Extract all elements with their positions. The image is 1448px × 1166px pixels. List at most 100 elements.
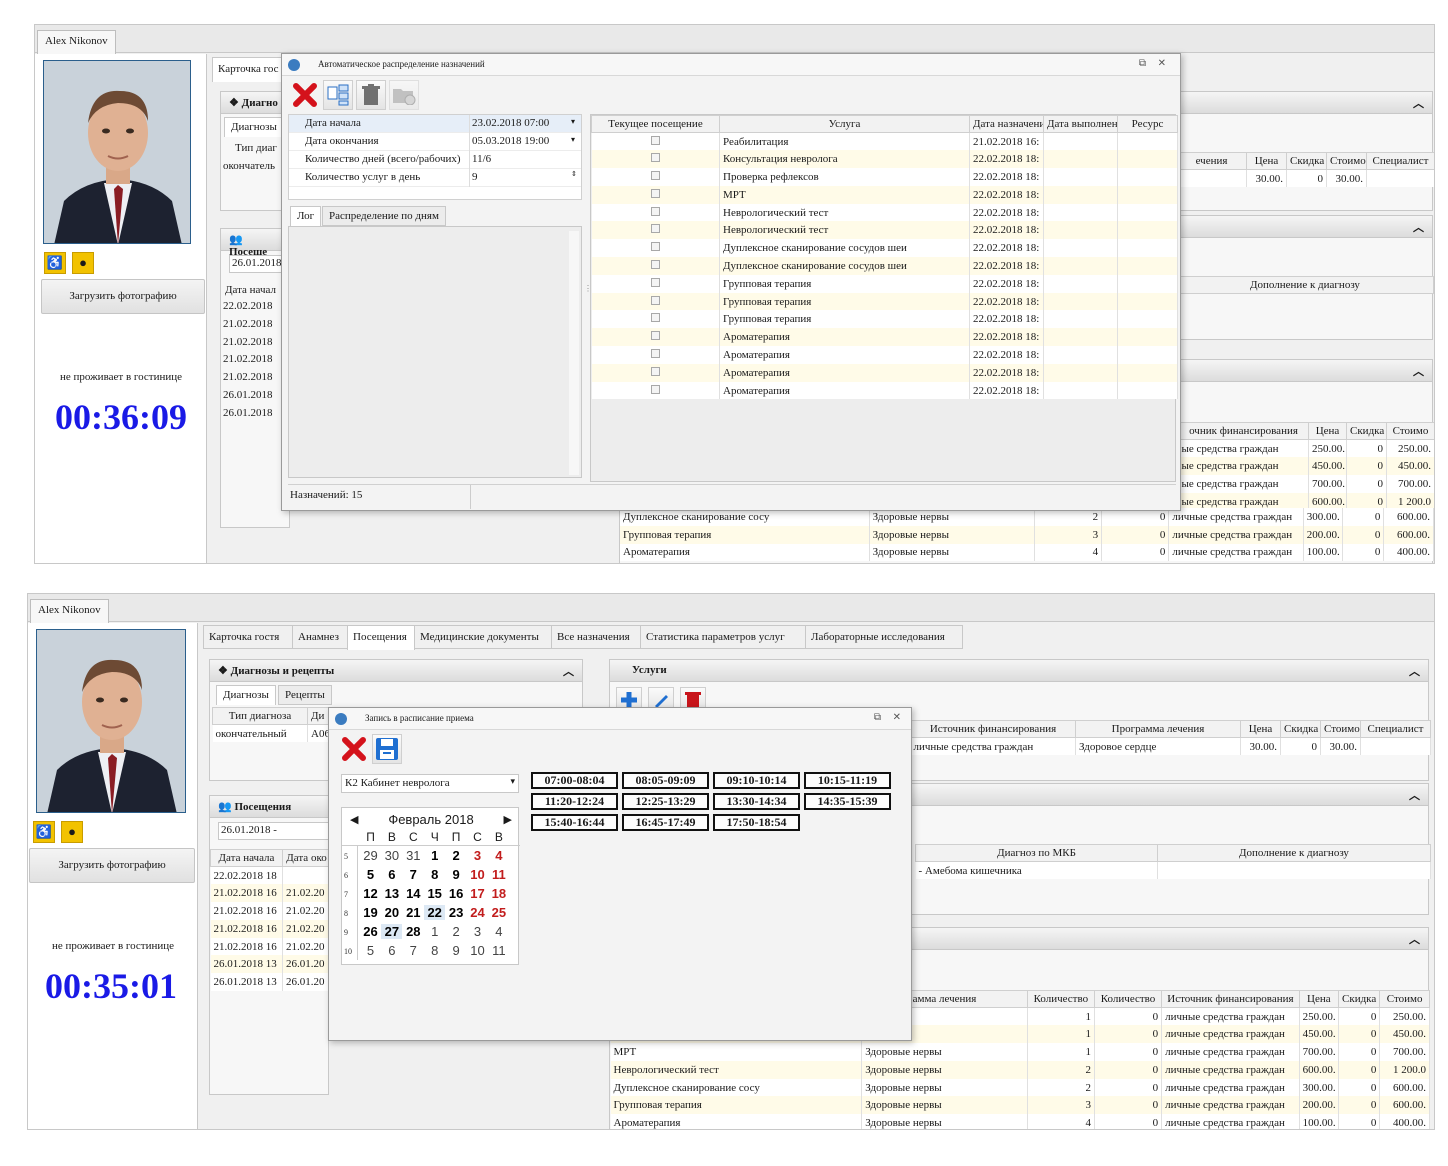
current-visit-cell[interactable] [591,150,720,169]
collapse-icon[interactable]: ︿ [1413,95,1424,111]
auto-col[interactable]: Дата назначения [969,115,1044,133]
top-load-photo-button[interactable]: Загрузить фотографию [41,279,205,314]
distribute-button[interactable] [323,80,353,110]
top-tab-guest-card[interactable]: Карточка гос [212,57,292,82]
dropdown-icon[interactable]: ▾ [571,135,575,144]
log-scrollbar[interactable] [569,231,579,475]
calendar-day[interactable]: 3 [467,924,488,939]
calendar-day[interactable]: 11 [488,943,509,958]
calendar-day[interactable]: 22 [424,905,446,920]
auto-col[interactable]: Услуга [719,115,970,133]
checkbox[interactable] [650,170,660,180]
calendar-day[interactable]: 17 [467,886,488,901]
table-row[interactable]: Групповая терапия 22.02.2018 18: [591,310,1178,329]
table-row[interactable]: 21.02.2018 16 21.02.20 [210,937,331,956]
property-value[interactable]: 11/6 [472,153,491,165]
calendar-day[interactable]: 29 [360,848,381,863]
table-row[interactable]: Ароматерапия 22.02.2018 18: [591,328,1178,347]
time-slot-button[interactable]: 13:30-14:34 [713,793,800,810]
bottom-tab-prescriptions[interactable]: Рецепты [278,685,332,705]
collapse-icon[interactable]: ︿ [1413,219,1424,235]
table-row[interactable]: ые средства граждан 450.00. 0 450.00. [1178,457,1434,476]
table-row[interactable]: Ароматерапия 22.02.2018 18: [591,381,1178,400]
calendar-day[interactable]: 16 [446,886,467,901]
calendar-day[interactable]: 30 [381,848,402,863]
table-row[interactable]: Групповая терапия 22.02.2018 18: [591,274,1178,293]
visit-row[interactable]: 26.01.2018 [223,389,289,407]
time-slot-button[interactable]: 07:00-08:04 [531,772,618,789]
bottom-visit-date-field[interactable]: 26.01.2018 - [218,822,330,840]
chevron-down-icon[interactable]: ▾ [510,776,515,787]
table-row[interactable]: 21.02.2018 16 21.02.20 [210,919,331,938]
main-tab[interactable]: Лабораторные исследования [805,625,963,649]
top-user-tab[interactable]: Alex Nikonov [37,30,116,54]
calendar-day[interactable]: 7 [403,867,424,882]
table-row[interactable]: ые средства граждан 250.00. 0 250.00. [1178,439,1434,458]
save-button[interactable] [372,734,402,764]
cabinet-select[interactable]: К2 Кабинет невролога ▾ [341,774,519,793]
calendar-day[interactable]: 26 [360,924,381,939]
checkbox[interactable] [650,295,660,305]
time-slot-button[interactable]: 09:10-10:14 [713,772,800,789]
table-row[interactable]: Дуплексное сканирование сосудов шеи 22.02… [591,257,1178,275]
checkbox[interactable] [650,224,660,234]
calendar-day[interactable]: 27 [381,924,403,939]
visit-row[interactable]: 22.02.2018 [223,300,289,318]
current-visit-cell[interactable] [591,363,720,382]
calendar-day[interactable]: 4 [488,848,509,863]
calendar-day[interactable]: 19 [360,905,381,920]
current-visit-cell[interactable] [591,328,720,347]
table-row[interactable]: Проверка рефлексов 22.02.2018 18: [591,168,1178,186]
time-slot-button[interactable]: 14:35-15:39 [804,793,891,810]
calendar-day[interactable]: 15 [424,886,445,901]
table-row[interactable]: МРТ Здоровые нервы 1 0 личные средства гражд… [610,1043,1430,1061]
checkbox[interactable] [650,188,660,198]
collapse-icon[interactable]: ︿ [1413,363,1424,379]
auto-col[interactable]: Текущее посещение [591,115,720,133]
table-row[interactable]: Реабилитация 21.02.2018 16: [591,132,1178,151]
checkbox[interactable] [650,384,660,394]
table-row[interactable]: ые средства граждан 700.00. 0 700.00. [1178,475,1434,493]
top-diagnoses-subtab[interactable]: Диагнозы [224,117,284,137]
table-row[interactable]: 26.01.2018 13 26.01.20 [210,955,331,974]
collapse-icon[interactable]: ︿ [563,663,574,679]
collapse-icon[interactable]: ︿ [1409,787,1420,803]
calendar-day[interactable]: 5 [360,943,381,958]
table-row[interactable]: 22.02.2018 18 [210,866,331,885]
property-value[interactable]: 9 [472,171,478,183]
current-visit-cell[interactable] [591,292,720,311]
property-row[interactable]: Количество дней (всего/рабочих) 11/6 [289,151,581,169]
current-visit-cell[interactable] [591,203,720,222]
calendar-day[interactable]: 6 [381,943,402,958]
visit-row[interactable]: 26.01.2018 [223,407,289,425]
checkbox[interactable] [650,348,660,358]
current-visit-cell[interactable] [591,168,720,186]
calendar-day[interactable]: 13 [381,886,402,901]
checkbox[interactable] [650,277,660,287]
main-tab[interactable]: Статистика параметров услуг [640,625,806,649]
calendar-day[interactable]: 2 [446,924,467,939]
calendar-day[interactable]: 7 [403,943,424,958]
main-tab[interactable]: Все назначения [551,625,641,649]
time-slot-button[interactable]: 16:45-17:49 [622,814,709,831]
table-row[interactable]: Групповая терапия Здоровые нервы 3 0 личные … [610,1096,1430,1115]
time-slot-button[interactable]: 17:50-18:54 [713,814,800,831]
table-row[interactable]: Групповая терапия Здоровые нервы 3 0 личные … [620,525,1434,544]
current-visit-cell[interactable] [591,132,720,151]
top-visit-date-field[interactable]: 26.01.2018 [229,255,289,273]
table-row[interactable]: Неврологический тест 22.02.2018 18: [591,203,1178,222]
calendar-day[interactable]: 14 [403,886,424,901]
calendar-day[interactable]: 2 [446,848,467,863]
table-row[interactable]: МРТ 22.02.2018 18: [591,185,1178,204]
calendar-day[interactable]: 28 [403,924,424,939]
calendar-day[interactable]: 5 [360,867,381,882]
visit-row[interactable]: 21.02.2018 [223,353,289,371]
calendar-day[interactable]: 8 [424,943,445,958]
current-visit-cell[interactable] [591,239,720,258]
auto-tab-log[interactable]: Лог [290,206,322,226]
calendar-day[interactable]: 1 [424,848,445,863]
calendar-day[interactable]: 9 [446,943,467,958]
time-slot-button[interactable]: 10:15-11:19 [804,772,891,789]
next-month-icon[interactable]: ▶ [504,813,512,826]
calendar-day[interactable]: 23 [446,905,467,920]
